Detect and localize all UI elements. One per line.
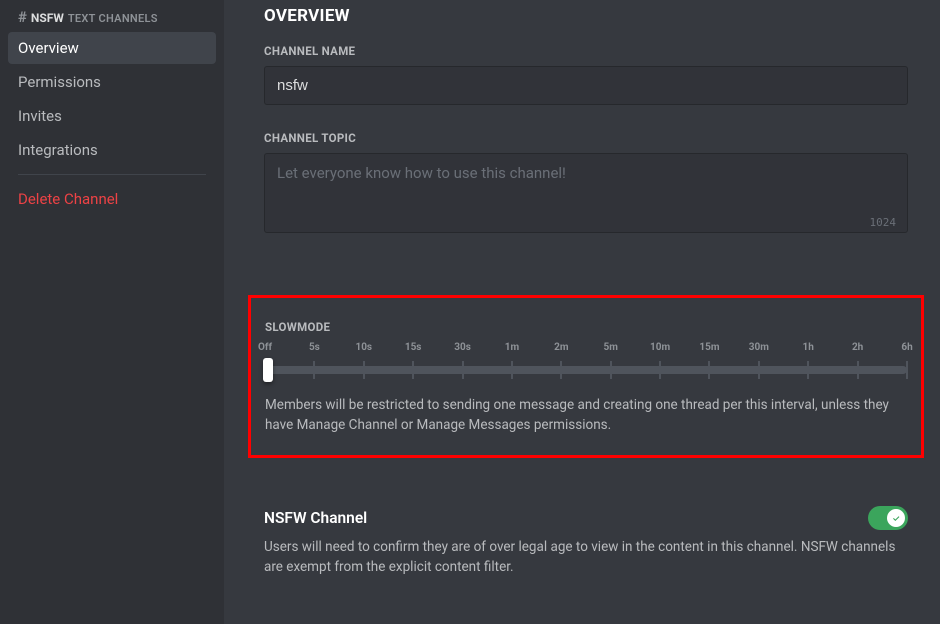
slider-tick-label: Off: [253, 342, 277, 353]
settings-content: OVERVIEW CHANNEL NAME CHANNEL TOPIC 1024…: [224, 0, 940, 624]
delete-channel-button[interactable]: Delete Channel: [8, 183, 216, 215]
nsfw-toggle-row: NSFW Channel: [264, 506, 908, 530]
toggle-knob: [887, 509, 905, 527]
slowmode-label: SLOWMODE: [265, 320, 907, 334]
slider-tick-label: 2h: [846, 342, 870, 353]
slider-tick: [560, 361, 562, 379]
slider-tick: [807, 361, 809, 379]
slider-tick-label: 30s: [451, 342, 475, 353]
char-counter: 1024: [870, 216, 897, 229]
slowmode-highlight: SLOWMODE Off 5s 10s 15s 30s 1m 2m 5m 10m 15m 30m 1h…: [248, 295, 924, 458]
slider-tick-label: 30m: [747, 342, 771, 353]
nsfw-description: Users will need to confirm they are of o…: [264, 538, 908, 577]
slider-tick: [313, 361, 315, 379]
channel-topic-input[interactable]: [264, 153, 908, 233]
slider-tick-label: 1m: [500, 342, 524, 353]
slider-track[interactable]: [265, 366, 907, 374]
nsfw-title: NSFW Channel: [264, 509, 367, 527]
slider-tick-label: 15s: [401, 342, 425, 353]
hash-icon: #: [18, 8, 27, 26]
slider-tick: [412, 361, 414, 379]
slider-tick-label: 10s: [352, 342, 376, 353]
channel-topic-wrapper: 1024: [264, 153, 908, 237]
slider-tick: [610, 361, 612, 379]
sidebar-item-overview[interactable]: Overview: [8, 32, 216, 64]
sidebar-subheader: TEXT CHANNELS: [68, 12, 158, 25]
slider-tick-label: 5s: [302, 342, 326, 353]
slider-tick-label: 15m: [697, 342, 721, 353]
slider-tick: [857, 361, 859, 379]
slowmode-description: Members will be restricted to sending on…: [265, 396, 907, 435]
slowmode-slider[interactable]: Off5s10s15s30s1m2m5m10m15m30m1h2h6h: [265, 342, 907, 374]
slider-tick-label: 5m: [599, 342, 623, 353]
settings-sidebar: # NSFW TEXT CHANNELS Overview Permission…: [0, 0, 224, 624]
sidebar-channel-name: NSFW: [31, 11, 64, 25]
channel-name-label: CHANNEL NAME: [264, 44, 908, 58]
channel-topic-label: CHANNEL TOPIC: [264, 131, 908, 145]
slider-tick-label: 6h: [895, 342, 919, 353]
slider-tick: [758, 361, 760, 379]
slider-tick: [708, 361, 710, 379]
slider-tick-label: 10m: [648, 342, 672, 353]
slider-tick: [906, 361, 908, 379]
sidebar-item-invites[interactable]: Invites: [8, 100, 216, 132]
nsfw-toggle[interactable]: [868, 506, 908, 530]
page-title: OVERVIEW: [264, 0, 908, 44]
channel-name-input[interactable]: [264, 66, 908, 105]
slider-tick: [659, 361, 661, 379]
sidebar-header: # NSFW TEXT CHANNELS: [8, 0, 216, 32]
sidebar-item-permissions[interactable]: Permissions: [8, 66, 216, 98]
slider-tick: [462, 361, 464, 379]
slider-tick-label: 1h: [796, 342, 820, 353]
slider-tick-label: 2m: [549, 342, 573, 353]
slider-tick: [511, 361, 513, 379]
check-icon: [891, 513, 902, 524]
sidebar-item-integrations[interactable]: Integrations: [8, 134, 216, 166]
sidebar-separator: [18, 174, 206, 175]
slider-tick: [363, 361, 365, 379]
slider-handle[interactable]: [263, 358, 273, 382]
